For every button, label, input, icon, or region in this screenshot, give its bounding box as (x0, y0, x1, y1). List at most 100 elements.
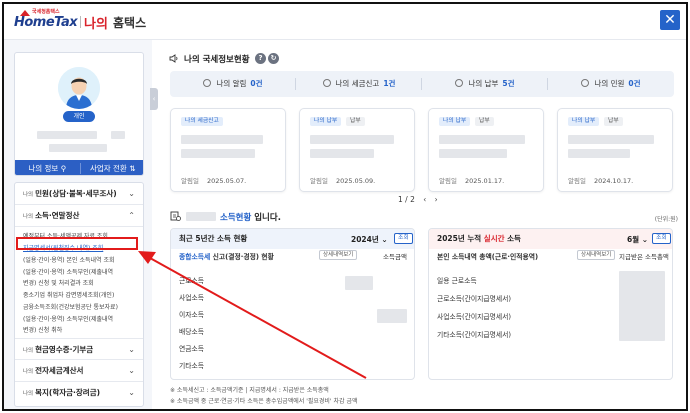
profile-actions: 나의 정보 ⚲ 사업자 전환 ⇅ (15, 160, 144, 175)
submenu-sme-reduction[interactable]: 중소기업 취업자 감면명세조회(개인) (23, 290, 141, 299)
site-name-highlight: 나의 (84, 17, 108, 32)
masked-text (439, 135, 525, 144)
notice-card[interactable]: 나의 세금신고 알림일 2025.05.07. (170, 108, 286, 192)
count-payment[interactable]: 나의 납부 5건 (422, 71, 548, 97)
income-row-label: 기타소득 (179, 362, 205, 370)
bell-icon (203, 79, 212, 87)
detail-button[interactable]: 상세내역보기 (319, 250, 358, 260)
income-row-label: 일용 근로소득 (437, 277, 477, 285)
detail-button[interactable]: 상세내역보기 (577, 250, 616, 260)
income-title: 소득현황 입니다. (220, 213, 281, 223)
masked-text (568, 135, 654, 144)
year-select[interactable]: 2024년 ⌄ (351, 234, 388, 245)
person-icon: ⚲ (60, 164, 67, 173)
submenu-income-denial-cont[interactable]: 변경) 신청 및 처리결과 조회 (23, 278, 141, 287)
main-content: 나의 국세정보현황 ? ↻ 나의 알림 0건 나의 세금신고 1건 나의 납부 5건 … (162, 40, 686, 409)
income-row-label: 사업소득 (179, 294, 205, 302)
masked-amount (345, 276, 373, 290)
card-tag: 나의 세금신고 (181, 117, 223, 126)
chevron-down-icon: ⌄ (128, 366, 135, 375)
column-header: 소득금액 (383, 253, 407, 261)
submenu-income-denial-withdraw-cont[interactable]: 변경) 신청 취하 (23, 325, 141, 334)
personal-badge: 개인 (63, 111, 95, 122)
masked-text (181, 149, 255, 158)
menu-welfare[interactable]: 나의 복지(학자금·장려금) ⌄ (15, 382, 143, 404)
masked-text (568, 149, 630, 158)
chat-icon (581, 79, 590, 87)
avatar (58, 67, 100, 109)
chevron-left-icon[interactable]: ‹ (423, 195, 426, 204)
panel-subtitle: 본인 소득내역 총액(근로·인적용역) (437, 253, 539, 261)
column-header: 지급받은 소득총액 (619, 253, 669, 261)
swap-icon: ⇅ (129, 164, 136, 173)
status-counts: 나의 알림 0건 나의 세금신고 1건 나의 납부 5건 나의 민원 0건 (170, 71, 674, 97)
menu-income[interactable]: 나의 소득·연말정산 ⌃ (15, 205, 143, 227)
submenu-financial-income[interactable]: 금융소득조회(건강보험공단 통보자료) (23, 302, 141, 311)
my-info-button[interactable]: 나의 정보 ⚲ (15, 160, 80, 175)
chevron-right-icon[interactable]: › (435, 195, 438, 204)
speaker-icon (169, 54, 178, 63)
submenu-income-denial-withdraw[interactable]: (일용·간이·용역) 소득부인(제출내역 (23, 314, 141, 323)
masked-name (186, 212, 216, 221)
notice-card[interactable]: 나의 납부 납부 알림일 2025.05.09. (299, 108, 415, 192)
close-icon: ✕ (664, 12, 676, 28)
coin-icon (455, 79, 464, 87)
hometax-logo[interactable]: 국세청홈택스 HomeTax (14, 8, 78, 34)
chevron-down-icon: ⌄ (381, 235, 388, 244)
menu-cash-receipt[interactable]: 나의 현금영수증·기부금 ⌄ (15, 338, 143, 360)
site-name: 홈택스 (113, 16, 147, 30)
chevron-left-icon: ‹ (152, 95, 156, 103)
notice-card[interactable]: 나의 납부 납부 알림일 2025.01.17. (428, 108, 544, 192)
submenu-income-denial[interactable]: (일용·간이·용역) 소득부인(제출내역 (23, 267, 141, 276)
help-icon[interactable]: ? (255, 53, 266, 64)
income-row-label: 기타소득(간이지급명세서) (437, 331, 512, 339)
month-select[interactable]: 6월 ⌄ (627, 234, 648, 245)
card-date: 알림일 2025.05.07. (181, 177, 247, 185)
refresh-icon[interactable]: ↻ (268, 53, 279, 64)
notice-card[interactable]: 나의 납부 납부 알림일 2024.10.17. (557, 108, 673, 192)
highlight-box (16, 237, 138, 250)
sidebar-menu: 나의 민원(상담·불복·세무조사) ⌄ 나의 소득·연말정산 ⌃ 예정부터 소득·세… (14, 182, 144, 407)
close-button[interactable]: ✕ (660, 10, 680, 30)
footnote: ※ 소득세신고 : 소득금액기준 | 지급명세서 : 지급받은 소득총액 (170, 387, 329, 394)
masked-text (181, 135, 263, 144)
masked-id (49, 144, 107, 152)
lookup-button[interactable]: 조회 (394, 233, 413, 244)
footnote: ※ 소득금액 중 근로·연금·기타 소득은 총수입금액에서 '필요경비' 차감 … (170, 398, 358, 405)
income-row-label: 배당소득 (179, 328, 205, 336)
income-report-icon (170, 211, 181, 221)
income-row-label: 근로소득 (179, 277, 205, 285)
card-tag: 납부 (475, 117, 494, 126)
pager-text: 1 / 2 (398, 195, 415, 204)
income-5yr-panel: 최근 5년간 소득 현황 2024년 ⌄ 조회 종합소득세 신고(결정·경정) … (170, 228, 415, 380)
card-date: 알림일 2025.01.17. (439, 177, 505, 185)
masked-text (310, 135, 394, 144)
submenu-daily-income-lookup[interactable]: (일용·간이·용역) 본인 소득내역 조회 (23, 255, 141, 264)
card-tag: 납부 (346, 117, 365, 126)
chevron-down-icon: ⌄ (128, 345, 135, 354)
count-tax-filing[interactable]: 나의 세금신고 1건 (296, 71, 422, 97)
income-row-label: 사업소득(간이지급명세서) (437, 313, 512, 321)
sidebar-collapse-handle[interactable]: ‹ (150, 88, 158, 110)
card-tag: 나의 납부 (568, 117, 600, 126)
chevron-down-icon: ⌄ (128, 388, 135, 397)
window-frame: 국세청홈택스 HomeTax 나의 홈택스 ✕ 개인 나의 정보 ⚲ 사업자 전… (2, 2, 688, 411)
card-tag: 나의 납부 (439, 117, 471, 126)
document-icon (322, 79, 331, 87)
card-tag: 납부 (604, 117, 623, 126)
switch-business-button[interactable]: 사업자 전환 ⇅ (81, 160, 144, 175)
income-realtime-panel: 2025년 누적 실시간 소득 6월 ⌄ 조회 본인 소득내역 총액(근로·인적… (428, 228, 673, 380)
panel-subtitle: 종합소득세 신고(결정·경정) 현황 (179, 253, 274, 261)
count-civil[interactable]: 나의 민원 0건 (548, 71, 674, 97)
menu-civil[interactable]: 나의 민원(상담·불복·세무조사) ⌄ (15, 183, 143, 205)
card-date: 알림일 2025.05.09. (310, 177, 376, 185)
masked-text (439, 149, 507, 158)
user-avatar-icon (58, 67, 100, 109)
logo-small-text: 국세청홈택스 (32, 9, 60, 15)
masked-text (310, 149, 374, 158)
menu-e-tax-invoice[interactable]: 나의 전자세금계산서 ⌄ (15, 360, 143, 382)
masked-amount (619, 271, 665, 341)
count-notices[interactable]: 나의 알림 0건 (170, 71, 296, 97)
masked-name-suffix (111, 131, 125, 139)
lookup-button[interactable]: 조회 (652, 233, 671, 244)
